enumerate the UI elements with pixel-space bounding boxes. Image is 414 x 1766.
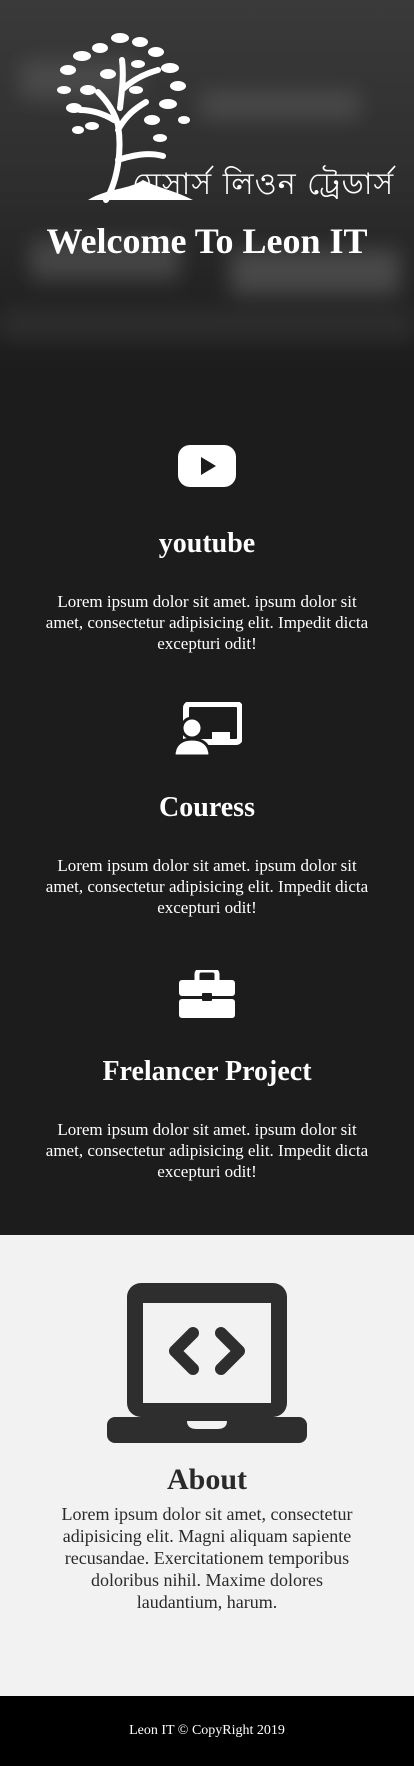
service-title: youtube: [158, 528, 256, 559]
footer: Leon IT © CopyRight 2019: [0, 1696, 414, 1766]
service-freelancer-project: Frelancer Project Lorem ipsum dolor sit …: [0, 964, 414, 1182]
briefcase-icon[interactable]: [0, 964, 414, 1024]
page-title: Welcome To Leon IT: [46, 221, 368, 261]
logo-text: মেসার্স লিওন ট্রেডার্স: [132, 167, 395, 202]
copyright-text: Leon IT © CopyRight 2019: [129, 1723, 285, 1738]
services-section: youtube Lorem ipsum dolor sit amet. ipsu…: [0, 376, 414, 1235]
service-title: Couress: [159, 792, 255, 823]
service-youtube: youtube Lorem ipsum dolor sit amet. ipsu…: [0, 436, 414, 654]
service-courses: Couress Lorem ipsum dolor sit amet. ipsu…: [0, 700, 414, 918]
service-title: Frelancer Project: [102, 1056, 312, 1087]
about-title: About: [166, 1463, 248, 1496]
about-section: About Lorem ipsum dolor sit amet, consec…: [0, 1235, 414, 1696]
service-description: Lorem ipsum dolor sit amet. ipsum dolor …: [45, 856, 369, 917]
service-description: Lorem ipsum dolor sit amet. ipsum dolor …: [45, 1120, 369, 1181]
youtube-icon[interactable]: [0, 436, 414, 496]
about-description: Lorem ipsum dolor sit amet, consectetur …: [61, 1504, 353, 1612]
laptop-code-icon: [107, 1283, 307, 1443]
hero-banner: মেসার্স লিওন ট্রেডার্স Welcome To Leon I…: [0, 0, 414, 376]
service-description: Lorem ipsum dolor sit amet. ipsum dolor …: [45, 592, 369, 653]
chalkboard-teacher-icon[interactable]: [0, 700, 414, 760]
